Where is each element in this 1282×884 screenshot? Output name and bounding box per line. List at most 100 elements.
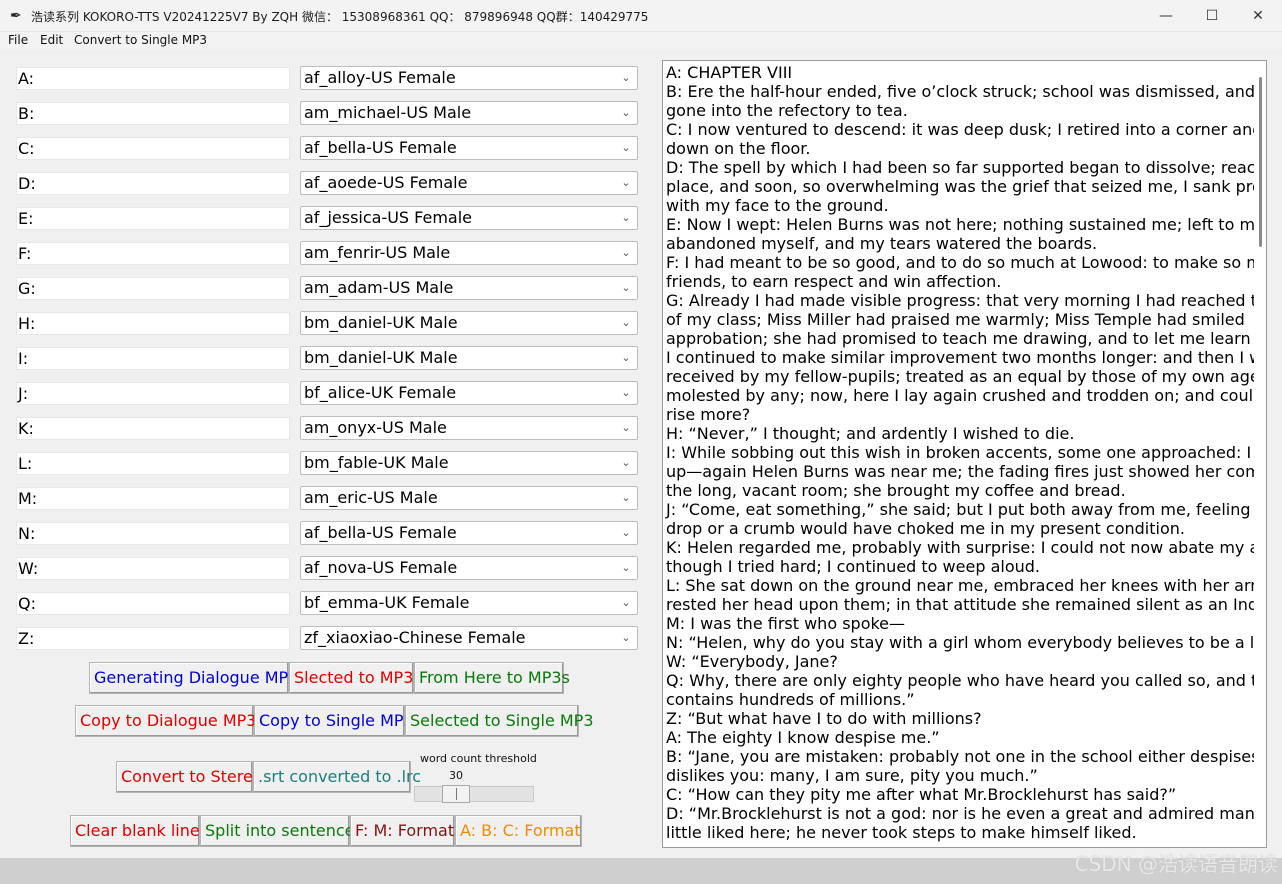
text-line: I: While sobbing out this wish in broken… (666, 443, 1267, 462)
chevron-down-icon[interactable]: ⌄ (619, 314, 633, 332)
speaker-label-field[interactable]: L: (16, 452, 290, 475)
srt-to-lrc-button[interactable]: .srt converted to .lrc (253, 761, 421, 793)
vertical-scrollbar[interactable] (1254, 61, 1266, 847)
text-line: M: I was the first who spoke— (666, 614, 906, 633)
voice-select[interactable]: bm_daniel-UK Male ⌄ (300, 346, 638, 370)
text-line: of my class; Miss Miller had praised me … (666, 310, 1245, 329)
voice-select[interactable]: af_alloy-US Female ⌄ (300, 66, 638, 90)
text-line: drop or a crumb would have choked me in … (666, 519, 1185, 538)
text-line: Q: Why, there are only eighty people who… (666, 671, 1267, 690)
voice-select[interactable]: am_eric-US Male ⌄ (300, 486, 638, 510)
text-line: J: “Come, eat something,” she said; but … (666, 500, 1267, 519)
chevron-down-icon[interactable]: ⌄ (619, 279, 633, 297)
menu-edit[interactable]: Edit (40, 33, 63, 47)
speaker-label-field[interactable]: B: (16, 102, 290, 125)
chevron-down-icon[interactable]: ⌄ (619, 174, 633, 192)
speaker-label-field[interactable]: I: (16, 347, 290, 370)
text-line: down on the floor. (666, 139, 811, 158)
speaker-label-field[interactable]: Q: (16, 592, 290, 615)
chevron-down-icon[interactable]: ⌄ (619, 104, 633, 122)
speaker-label-field[interactable]: K: (16, 417, 290, 440)
speaker-label-field[interactable]: N: (16, 522, 290, 545)
speaker-label-field[interactable]: F: (16, 242, 290, 265)
copy-to-single-mp3-button[interactable]: Copy to Single MP3 (254, 705, 414, 737)
selected-to-mp3s-button[interactable]: Slected to MP3s (289, 662, 422, 694)
maximize-button[interactable]: ☐ (1189, 0, 1235, 32)
voice-select-value: am_onyx-US Male (304, 418, 447, 437)
chevron-down-icon[interactable]: ⌄ (619, 454, 633, 472)
chevron-down-icon[interactable]: ⌄ (619, 209, 633, 227)
selected-to-single-mp3-button[interactable]: Selected to Single MP3 (405, 705, 594, 737)
voice-select-value: am_fenrir-US Male (304, 243, 451, 262)
voice-select[interactable]: am_fenrir-US Male ⌄ (300, 241, 638, 265)
text-line: L: She sat down on the ground near me, e… (666, 576, 1267, 595)
text-line: W: “Everybody, Jane? (666, 652, 838, 671)
text-line: I continued to make similar improvement … (666, 348, 1267, 367)
chevron-down-icon[interactable]: ⌄ (619, 594, 633, 612)
word-count-threshold-slider[interactable] (414, 786, 534, 802)
chevron-down-icon[interactable]: ⌄ (619, 629, 633, 647)
text-line: A: CHAPTER VIII (666, 63, 793, 82)
speaker-label-field[interactable]: D: (16, 172, 290, 195)
voice-select-value: bm_daniel-UK Male (304, 348, 458, 367)
chevron-down-icon[interactable]: ⌄ (619, 349, 633, 367)
voice-select[interactable]: bm_fable-UK Male ⌄ (300, 451, 638, 475)
text-line: F: I had meant to be so good, and to do … (666, 253, 1267, 272)
speaker-label-field[interactable]: Z: (16, 627, 290, 650)
speaker-label-field[interactable]: J: (16, 382, 290, 405)
voice-select-value: af_aoede-US Female (304, 173, 468, 192)
text-line: up—again Helen Burns was near me; the fa… (666, 462, 1267, 481)
chevron-down-icon[interactable]: ⌄ (619, 419, 633, 437)
speaker-label-field[interactable]: E: (16, 207, 290, 230)
chevron-down-icon[interactable]: ⌄ (619, 139, 633, 157)
abc-format-button[interactable]: A: B: C: Format (455, 815, 582, 847)
slider-thumb[interactable] (442, 785, 470, 803)
voice-select[interactable]: af_aoede-US Female ⌄ (300, 171, 638, 195)
speaker-label-field[interactable]: H: (16, 312, 290, 335)
speaker-label-field[interactable]: M: (16, 487, 290, 510)
speaker-label-field[interactable]: W: (16, 557, 290, 580)
voice-select[interactable]: am_adam-US Male ⌄ (300, 276, 638, 300)
text-line: the long, vacant room; she brought my co… (666, 481, 1126, 500)
chevron-down-icon[interactable]: ⌄ (619, 244, 633, 262)
speaker-label-field[interactable]: C: (16, 137, 290, 160)
voice-select[interactable]: bf_alice-UK Female ⌄ (300, 381, 638, 405)
fm-format-button[interactable]: F: M: Format (350, 815, 455, 847)
split-into-sentences-button[interactable]: Split into sentences (200, 815, 363, 847)
voice-select[interactable]: af_bella-US Female ⌄ (300, 521, 638, 545)
menu-convert-single-mp3[interactable]: Convert to Single MP3 (74, 33, 207, 47)
convert-to-stereo-button[interactable]: Convert to Stereo (116, 761, 263, 793)
voice-select-value: am_adam-US Male (304, 278, 454, 297)
speaker-label-field[interactable]: A: (16, 67, 290, 90)
voice-select-value: bf_alice-UK Female (304, 383, 457, 402)
voice-select-value: af_bella-US Female (304, 138, 457, 157)
voice-select[interactable]: af_jessica-US Female ⌄ (300, 206, 638, 230)
voice-select[interactable]: af_nova-US Female ⌄ (300, 556, 638, 580)
generating-dialogue-mp3s-button[interactable]: Generating Dialogue MP3s (89, 662, 307, 694)
scrollbar-thumb[interactable] (1259, 77, 1262, 247)
speaker-label-field[interactable]: G: (16, 277, 290, 300)
chevron-down-icon[interactable]: ⌄ (619, 489, 633, 507)
dialogue-text-area[interactable]: A: CHAPTER VIII B: Ere the half-hour ende… (662, 60, 1267, 848)
voice-select[interactable]: am_onyx-US Male ⌄ (300, 416, 638, 440)
chevron-down-icon[interactable]: ⌄ (619, 69, 633, 87)
copy-to-dialogue-mp3s-button[interactable]: Copy to Dialogue MP3s (75, 705, 265, 737)
voice-select[interactable]: am_michael-US Male ⌄ (300, 101, 638, 125)
text-line: gone into the refectory to tea. (666, 101, 908, 120)
close-button[interactable]: ✕ (1235, 0, 1281, 32)
voice-select[interactable]: bm_daniel-UK Male ⌄ (300, 311, 638, 335)
clear-blank-lines-button[interactable]: Clear blank lines (70, 815, 208, 847)
voice-select[interactable]: bf_emma-UK Female ⌄ (300, 591, 638, 615)
voice-select-value: af_nova-US Female (304, 558, 458, 577)
voice-select-value: bm_daniel-UK Male (304, 313, 458, 332)
chevron-down-icon[interactable]: ⌄ (619, 524, 633, 542)
from-here-to-mp3s-button[interactable]: From Here to MP3s (414, 662, 570, 694)
voice-select[interactable]: af_bella-US Female ⌄ (300, 136, 638, 160)
text-line: C: “How can they pity me after what Mr.B… (666, 785, 1177, 804)
voice-select-value: af_jessica-US Female (304, 208, 473, 227)
menu-file[interactable]: File (8, 33, 28, 47)
chevron-down-icon[interactable]: ⌄ (619, 559, 633, 577)
minimize-button[interactable]: — (1143, 0, 1189, 32)
chevron-down-icon[interactable]: ⌄ (619, 384, 633, 402)
voice-select[interactable]: zf_xiaoxiao-Chinese Female ⌄ (300, 626, 638, 650)
